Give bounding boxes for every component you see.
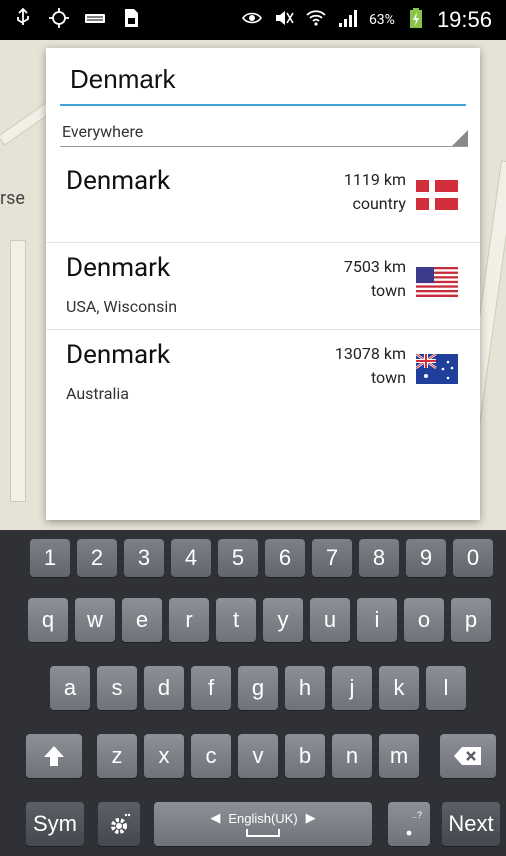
key-a[interactable]: a: [50, 666, 90, 710]
key-y[interactable]: y: [263, 598, 303, 642]
results-list: Denmark 1119 km country Denmark USA, Wis…: [46, 156, 480, 416]
key-1[interactable]: 1: [30, 539, 70, 577]
shift-arrow-icon: [44, 746, 64, 766]
search-input[interactable]: [60, 62, 476, 95]
key-x[interactable]: x: [144, 734, 184, 778]
key-2[interactable]: 2: [77, 539, 117, 577]
key-f[interactable]: f: [191, 666, 231, 710]
result-name: Denmark: [66, 340, 171, 370]
battery-charging-icon: [405, 7, 427, 33]
key-z[interactable]: z: [97, 734, 137, 778]
key-p[interactable]: p: [451, 598, 491, 642]
key-6[interactable]: 6: [265, 539, 305, 577]
result-region: Australia: [66, 384, 129, 403]
search-dialog: Everywhere Denmark 1119 km country Denma…: [46, 48, 480, 520]
result-distance: 7503 km: [343, 257, 406, 276]
backspace-key[interactable]: [440, 734, 496, 778]
svg-text:..?: ..?: [412, 810, 422, 820]
language-next-arrow-icon: ▶: [305, 810, 316, 825]
result-distance: 1119 km: [343, 170, 406, 189]
key-c[interactable]: c: [191, 734, 231, 778]
result-type: town: [370, 281, 406, 300]
space-bar-icon: [246, 829, 280, 837]
battery-percent: 63%: [368, 12, 395, 28]
sd-card-icon: [120, 7, 142, 33]
key-8[interactable]: 8: [359, 539, 399, 577]
key-i[interactable]: i: [357, 598, 397, 642]
punctuation-icon: ..?: [406, 810, 422, 836]
key-5[interactable]: 5: [218, 539, 258, 577]
status-bar: 63% 19:56: [0, 0, 506, 40]
dropdown-arrow-icon: [452, 130, 468, 146]
key-3[interactable]: 3: [124, 539, 164, 577]
sym-key[interactable]: Sym: [26, 802, 84, 846]
australia-flag-icon: [416, 354, 458, 384]
result-name: Denmark: [66, 253, 171, 283]
result-distance: 13078 km: [334, 344, 406, 363]
search-field[interactable]: [60, 62, 476, 106]
language-prev-arrow-icon: ◀: [210, 810, 221, 825]
search-scope-label: Everywhere: [62, 122, 144, 141]
map-road: [10, 240, 26, 502]
usb-icon: [12, 7, 34, 33]
wifi-icon: [305, 7, 327, 33]
key-q[interactable]: q: [28, 598, 68, 642]
result-item[interactable]: Denmark 1119 km country: [46, 156, 480, 243]
signal-icon: [337, 7, 359, 33]
key-g[interactable]: g: [238, 666, 278, 710]
key-j[interactable]: j: [332, 666, 372, 710]
space-language-label: English(UK): [228, 810, 298, 826]
key-l[interactable]: l: [426, 666, 466, 710]
result-item[interactable]: Denmark USA, Wisconsin 7503 km town: [46, 243, 480, 330]
key-0[interactable]: 0: [453, 539, 493, 577]
key-4[interactable]: 4: [171, 539, 211, 577]
key-b[interactable]: b: [285, 734, 325, 778]
smart-stay-eye-icon: [241, 7, 263, 33]
key-e[interactable]: e: [122, 598, 162, 642]
mute-icon: [273, 7, 295, 33]
key-n[interactable]: n: [332, 734, 372, 778]
key-v[interactable]: v: [238, 734, 278, 778]
gear-icon: [111, 813, 131, 834]
result-item[interactable]: Denmark Australia 13078 km town: [46, 330, 480, 416]
result-region: USA, Wisconsin: [66, 297, 178, 316]
search-scope-dropdown[interactable]: Everywhere: [60, 122, 468, 147]
usa-flag-icon: [416, 267, 458, 297]
soft-keyboard: 1 2 3 4 5 6 7 8 9 0 q w e r t y u i o p …: [0, 530, 506, 856]
key-m[interactable]: m: [379, 734, 419, 778]
next-key[interactable]: Next: [442, 802, 500, 846]
key-w[interactable]: w: [75, 598, 115, 642]
key-7[interactable]: 7: [312, 539, 352, 577]
period-key[interactable]: ..?: [388, 802, 430, 846]
settings-key[interactable]: [98, 802, 140, 846]
status-clock: 19:56: [436, 7, 492, 32]
key-h[interactable]: h: [285, 666, 325, 710]
key-r[interactable]: r: [169, 598, 209, 642]
space-key[interactable]: ◀ English(UK) ▶: [154, 802, 372, 846]
key-k[interactable]: k: [379, 666, 419, 710]
result-type: country: [352, 194, 406, 213]
key-u[interactable]: u: [310, 598, 350, 642]
key-o[interactable]: o: [404, 598, 444, 642]
map-label: rse: [0, 188, 25, 209]
result-name: Denmark: [66, 166, 171, 196]
key-s[interactable]: s: [97, 666, 137, 710]
shift-key[interactable]: [26, 734, 82, 778]
denmark-flag-icon: [416, 180, 458, 210]
result-type: town: [370, 368, 406, 387]
backspace-icon: [454, 747, 481, 765]
key-d[interactable]: d: [144, 666, 184, 710]
keyboard-icon: [84, 7, 106, 33]
key-t[interactable]: t: [216, 598, 256, 642]
location-icon: [48, 7, 70, 33]
key-9[interactable]: 9: [406, 539, 446, 577]
